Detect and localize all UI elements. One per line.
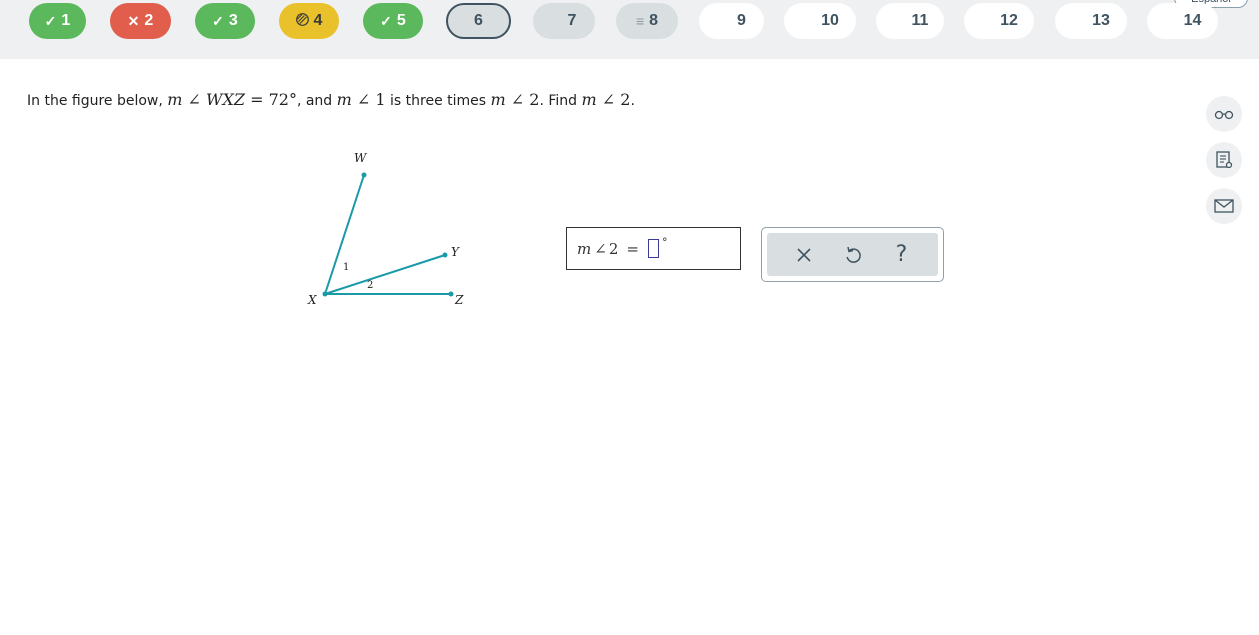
math-expression: m ∠ WXZ = 72° [167,90,297,109]
question-2-button[interactable]: ✕ 2 [110,3,171,39]
notepad-icon [1216,151,1233,169]
question-number: 3 [228,12,238,29]
answer-angle-symbol: ∠ [594,239,607,258]
question-number: 9 [737,12,746,29]
lines-icon: ≡ [635,13,645,29]
label-angle-1: 1 [343,262,349,273]
math-m: m [336,90,352,109]
question-number: 7 [567,12,577,29]
math-expression: m ∠ 2 [491,90,540,109]
question-5-button[interactable]: ✓ 5 [363,3,423,39]
answer-equals: = [626,239,639,258]
question-navigation-bar: Español ✓1 ✕2 ✓3 4 ✓5 6 7 ≡8 9 10 11 12 … [0,0,1259,59]
question-intro: In the figure below, [27,93,168,109]
label-w: W [354,151,368,165]
question-3-button[interactable]: ✓ 3 [195,3,255,39]
question-text: In the figure below, m ∠ WXZ = 72°, and … [27,90,635,109]
answer-box: m ∠ 2 = ° [566,227,741,270]
question-9-button[interactable]: 9 [699,3,764,39]
close-icon [796,247,811,262]
check-icon: ✓ [44,12,57,29]
answer-angle-number: 2 [608,239,619,258]
undo-icon [845,246,861,263]
question-13-button[interactable]: 13 [1055,3,1127,39]
question-number: 11 [911,12,929,29]
text-and: , and [296,93,337,109]
glasses-icon [1214,110,1234,120]
math-expression: m ∠ 2 [582,90,631,109]
angle-symbol: ∠ [510,90,525,109]
label-angle-2: 2 [367,280,373,291]
question-6-button[interactable]: 6 [446,3,511,39]
ray-xw [324,174,365,295]
question-number: 8 [649,12,659,29]
glasses-button[interactable] [1206,96,1242,132]
text-three-times: is three times [385,93,491,109]
question-14-button[interactable]: 14 [1147,3,1218,39]
notepad-button[interactable] [1206,142,1242,178]
angle-figure: W Y Z X 1 2 [295,145,480,315]
point-w [361,172,367,178]
question-12-button[interactable]: 12 [964,3,1034,39]
help-button[interactable]: ? [887,240,917,270]
mail-icon [1214,199,1234,213]
ray-xy [324,254,446,295]
label-y: Y [451,245,460,259]
undo-button[interactable] [838,240,868,270]
angle-number: 2 [524,90,540,109]
angle-number: 2 [615,90,631,109]
question-11-button[interactable]: 11 [876,3,944,39]
question-mark-icon: ? [895,242,908,267]
angle-symbol: ∠ [187,90,201,109]
check-icon: ✓ [212,12,224,29]
angle-value: = 72° [245,90,297,109]
question-1-button[interactable]: ✓ 1 [29,3,86,39]
question-4-button[interactable]: 4 [279,3,339,39]
angle-number: 1 [370,90,386,109]
question-number: 6 [474,12,483,29]
angle-diagram: W Y Z X 1 2 [307,151,464,307]
math-m: m [490,90,506,109]
question-number: 10 [821,12,839,29]
question-number: 5 [396,12,406,29]
point-y [442,252,448,258]
question-number: 4 [313,12,323,29]
answer-m: m [577,239,592,258]
question-10-button[interactable]: 10 [784,3,856,39]
mail-button[interactable] [1206,188,1242,224]
clear-button[interactable] [789,240,819,270]
text-find: . Find [539,93,582,109]
math-expression: m ∠ 1 [337,90,386,109]
question-number: 2 [144,12,154,29]
question-number: 1 [61,12,71,29]
answer-tools: ? [761,227,944,282]
tools-panel: ? [767,233,938,276]
label-z: Z [454,293,464,307]
question-number: 14 [1183,12,1202,29]
check-icon: ✓ [380,12,392,29]
angle-name: WXZ [206,90,245,109]
math-m: m [167,90,183,109]
hatched-circle-icon [295,13,309,29]
answer-input[interactable] [647,239,659,258]
text-period: . [630,93,635,109]
angle-symbol: ∠ [356,90,371,109]
point-z [448,291,454,297]
point-x [322,291,328,297]
math-m: m [581,90,597,109]
question-8-button[interactable]: ≡ 8 [616,3,678,39]
label-x: X [307,293,317,307]
question-number: 12 [1000,12,1018,29]
angle-symbol: ∠ [601,90,616,109]
question-7-button[interactable]: 7 [533,3,595,39]
x-icon: ✕ [127,12,140,29]
degree-symbol: ° [661,236,668,249]
question-number: 13 [1092,12,1110,29]
